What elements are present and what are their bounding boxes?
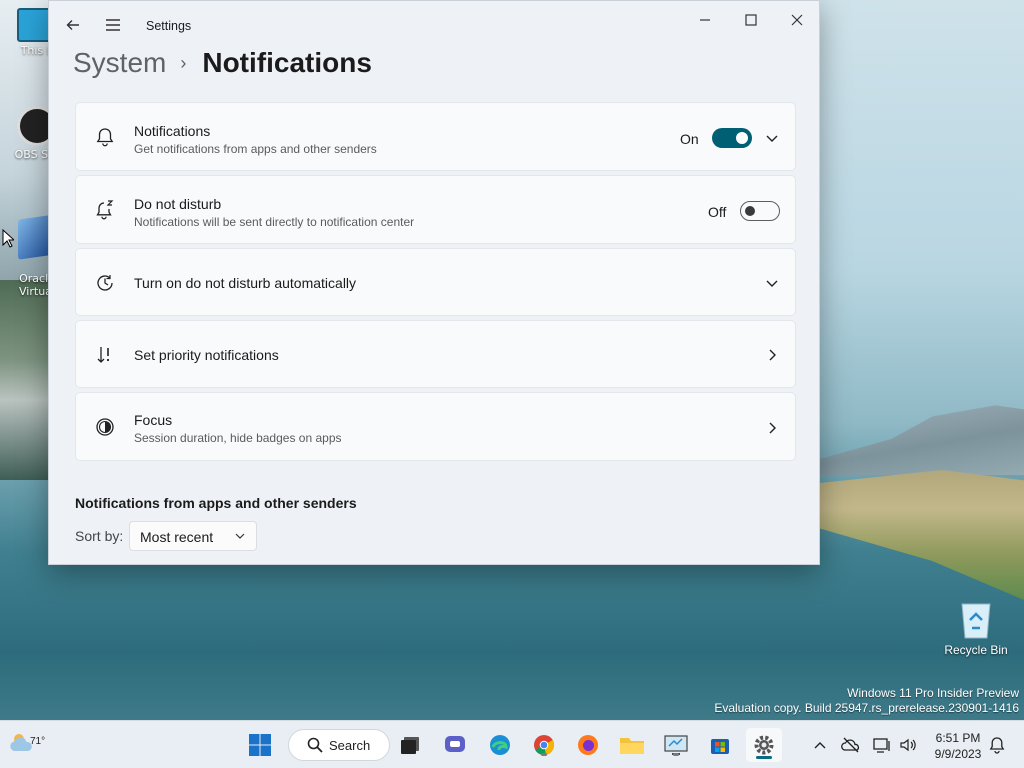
- do-not-disturb-toggle[interactable]: [740, 201, 780, 221]
- maximize-icon: [745, 14, 757, 26]
- card-subtitle: Get notifications from apps and other se…: [134, 142, 377, 156]
- clock-date: 9/9/2023: [934, 747, 982, 761]
- breadcrumb-separator: ›: [180, 52, 187, 73]
- sort-dropdown-value: Most recent: [140, 529, 214, 545]
- windows-logo-icon: [249, 734, 271, 756]
- card-subtitle: Session duration, hide badges on apps: [134, 431, 342, 445]
- bell-snooze-icon: [96, 200, 114, 220]
- notification-bell-icon[interactable]: [987, 735, 1007, 755]
- sort-priority-icon: [97, 347, 110, 363]
- close-icon: [791, 14, 803, 26]
- title-bar[interactable]: Settings: [49, 1, 819, 51]
- chat-icon: [445, 736, 465, 752]
- task-view-icon: [401, 737, 419, 754]
- arrow-left-icon: [66, 20, 79, 30]
- taskbar-clock[interactable]: 6:51 PM 9/9/2023: [928, 730, 988, 762]
- taskbar-chat[interactable]: [440, 730, 470, 760]
- folder-icon: [620, 738, 644, 754]
- taskbar-edge[interactable]: [485, 730, 515, 760]
- close-button[interactable]: [774, 5, 820, 35]
- task-view-button[interactable]: [395, 730, 425, 760]
- card-title: Focus: [134, 412, 173, 428]
- chevron-down-icon[interactable]: [764, 130, 780, 146]
- search-icon: [307, 737, 323, 753]
- settings-window: Settings System › Notifications Notifica…: [48, 0, 820, 565]
- card-subtitle: Notifications will be sent directly to n…: [134, 215, 415, 229]
- page-title: Notifications: [202, 47, 372, 78]
- taskbar-firefox[interactable]: [573, 730, 603, 760]
- chevron-right-icon: [769, 349, 776, 361]
- network-icon[interactable]: [872, 735, 892, 755]
- taskbar-file-explorer[interactable]: [617, 730, 647, 760]
- chevron-up-icon[interactable]: [810, 735, 830, 755]
- clock-icon: [97, 275, 113, 291]
- wallpaper-hills: [820, 403, 1024, 475]
- running-indicator: [673, 753, 679, 756]
- focus-icon: [96, 418, 114, 436]
- store-icon: [711, 739, 729, 754]
- section-title: Notifications from apps and other sender…: [75, 495, 357, 511]
- search-label: Search: [329, 738, 371, 753]
- wallpaper-field: [820, 470, 1024, 600]
- start-button[interactable]: [245, 730, 275, 760]
- recycle-bin-icon: [961, 603, 991, 639]
- taskbar-settings[interactable]: [746, 728, 782, 762]
- toggle-state-label: Off: [708, 204, 727, 220]
- running-indicator: [541, 753, 547, 756]
- sort-label: Sort by:: [75, 528, 124, 544]
- priority-notifications-card[interactable]: Set priority notifications: [75, 320, 796, 388]
- desktop-icon-recycle-bin[interactable]: Recycle Bin: [944, 598, 1008, 657]
- build-watermark: Windows 11 Pro Insider Preview Evaluatio…: [714, 686, 1019, 716]
- card-title: Do not disturb: [134, 196, 222, 212]
- active-indicator: [756, 756, 772, 759]
- notifications-toggle[interactable]: [712, 128, 752, 148]
- chevron-down-icon[interactable]: [764, 275, 780, 291]
- focus-card[interactable]: Focus Session duration, hide badges on a…: [75, 392, 796, 461]
- chevron-down-icon: [235, 533, 245, 539]
- card-title: Set priority notifications: [134, 347, 279, 363]
- app-title: Settings: [146, 19, 192, 33]
- temperature: 71°: [30, 736, 46, 747]
- taskbar-remote-app[interactable]: [661, 730, 691, 760]
- minimize-icon: [700, 19, 710, 21]
- back-button[interactable]: [59, 11, 87, 39]
- taskbar-search[interactable]: Search: [288, 729, 390, 761]
- minimize-button[interactable]: [682, 5, 728, 35]
- menu-button[interactable]: [99, 11, 127, 39]
- sort-dropdown[interactable]: Most recent: [129, 521, 257, 551]
- edge-icon: [490, 735, 510, 755]
- card-title: Notifications: [134, 123, 211, 139]
- weather-widget[interactable]: 71°: [8, 729, 45, 761]
- taskbar: 71° Search 6:51 PM 9/9/2023: [0, 720, 1024, 768]
- breadcrumb: System › Notifications: [73, 47, 372, 79]
- recycle-bin-label: Recycle Bin: [944, 643, 1008, 657]
- bell-icon: [96, 128, 114, 147]
- taskbar-chrome[interactable]: [529, 730, 559, 760]
- volume-icon[interactable]: [898, 735, 918, 755]
- taskbar-store[interactable]: [705, 730, 735, 760]
- onedrive-offline-icon[interactable]: [841, 735, 861, 755]
- maximize-button[interactable]: [728, 5, 774, 35]
- gear-icon: [754, 735, 774, 755]
- notifications-card[interactable]: Notifications Get notifications from app…: [75, 102, 796, 171]
- card-title: Turn on do not disturb automatically: [134, 275, 357, 291]
- firefox-icon: [578, 735, 598, 755]
- auto-dnd-card[interactable]: Turn on do not disturb automatically: [75, 248, 796, 316]
- hamburger-icon: [106, 19, 120, 31]
- watermark-line: Windows 11 Pro Insider Preview: [847, 686, 1019, 700]
- watermark-line: Evaluation copy. Build 25947.rs_prerelea…: [714, 701, 1019, 715]
- do-not-disturb-card[interactable]: Do not disturb Notifications will be sen…: [75, 175, 796, 244]
- clock-time: 6:51 PM: [935, 731, 981, 745]
- toggle-state-label: On: [680, 131, 699, 147]
- breadcrumb-system[interactable]: System: [73, 47, 166, 79]
- mouse-cursor-icon: [2, 229, 14, 248]
- chevron-right-icon: [769, 422, 776, 434]
